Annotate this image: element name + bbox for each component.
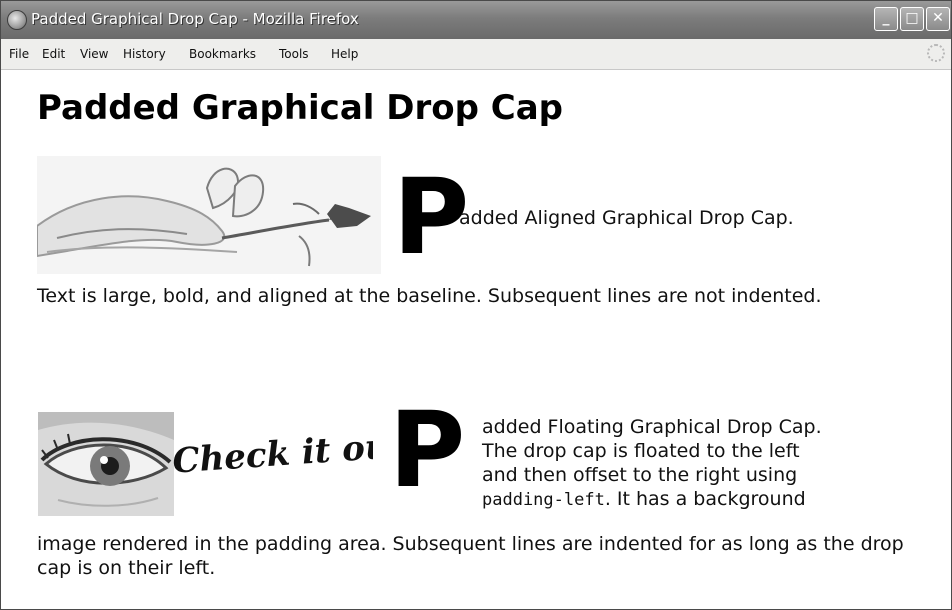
menu-bar: File Edit View History Bookmarks Tools H… (1, 39, 951, 70)
floating-line-2: The drop cap is floated to the left (482, 440, 800, 462)
check-it-out-text: Check it out! (171, 424, 373, 481)
title-bar[interactable]: Padded Graphical Drop Cap - Mozilla Fire… (1, 1, 951, 39)
window-title: Padded Graphical Drop Cap - Mozilla Fire… (31, 10, 359, 28)
menu-tools[interactable]: Tools (279, 47, 309, 61)
page-content: Padded Graphical Drop Cap P added Aligne… (1, 70, 951, 609)
aligned-dropcap-line: added Aligned Graphical Drop Cap. (459, 207, 794, 229)
drop-cap-floating: P (389, 389, 466, 511)
floating-line-3: and then offset to the right using (482, 464, 798, 486)
aligned-dropcap-paragraph: Text is large, bold, and aligned at the … (37, 285, 822, 307)
floating-line-4-rest: . It has a background (604, 488, 806, 510)
floating-dropcap-continuation: image rendered in the padding area. Subs… (37, 533, 904, 579)
menu-edit[interactable]: Edit (42, 47, 65, 61)
hand-rose-image (37, 156, 381, 274)
drop-cap-aligned: P (393, 156, 470, 278)
eye-image (38, 412, 174, 516)
menu-help[interactable]: Help (331, 47, 358, 61)
close-button[interactable]: ✕ (926, 7, 950, 31)
maximize-button[interactable]: □ (900, 7, 924, 31)
menu-bookmarks[interactable]: Bookmarks (189, 47, 256, 61)
page-heading: Padded Graphical Drop Cap (37, 88, 564, 128)
menu-history[interactable]: History (123, 47, 166, 61)
floating-line-4: padding-left. It has a background (482, 487, 912, 512)
padding-left-code: padding-left (482, 490, 605, 510)
firefox-icon (7, 10, 27, 30)
floating-line-1: added Floating Graphical Drop Cap. (482, 416, 822, 438)
floating-dropcap-text: added Floating Graphical Drop Cap. The d… (482, 415, 912, 512)
menu-view[interactable]: View (80, 47, 108, 61)
throbber-icon (927, 44, 945, 62)
menu-file[interactable]: File (9, 47, 29, 61)
browser-window: Padded Graphical Drop Cap - Mozilla Fire… (0, 0, 952, 610)
minimize-button[interactable]: _ (874, 7, 898, 31)
check-it-out-image: Check it out! (171, 424, 373, 481)
